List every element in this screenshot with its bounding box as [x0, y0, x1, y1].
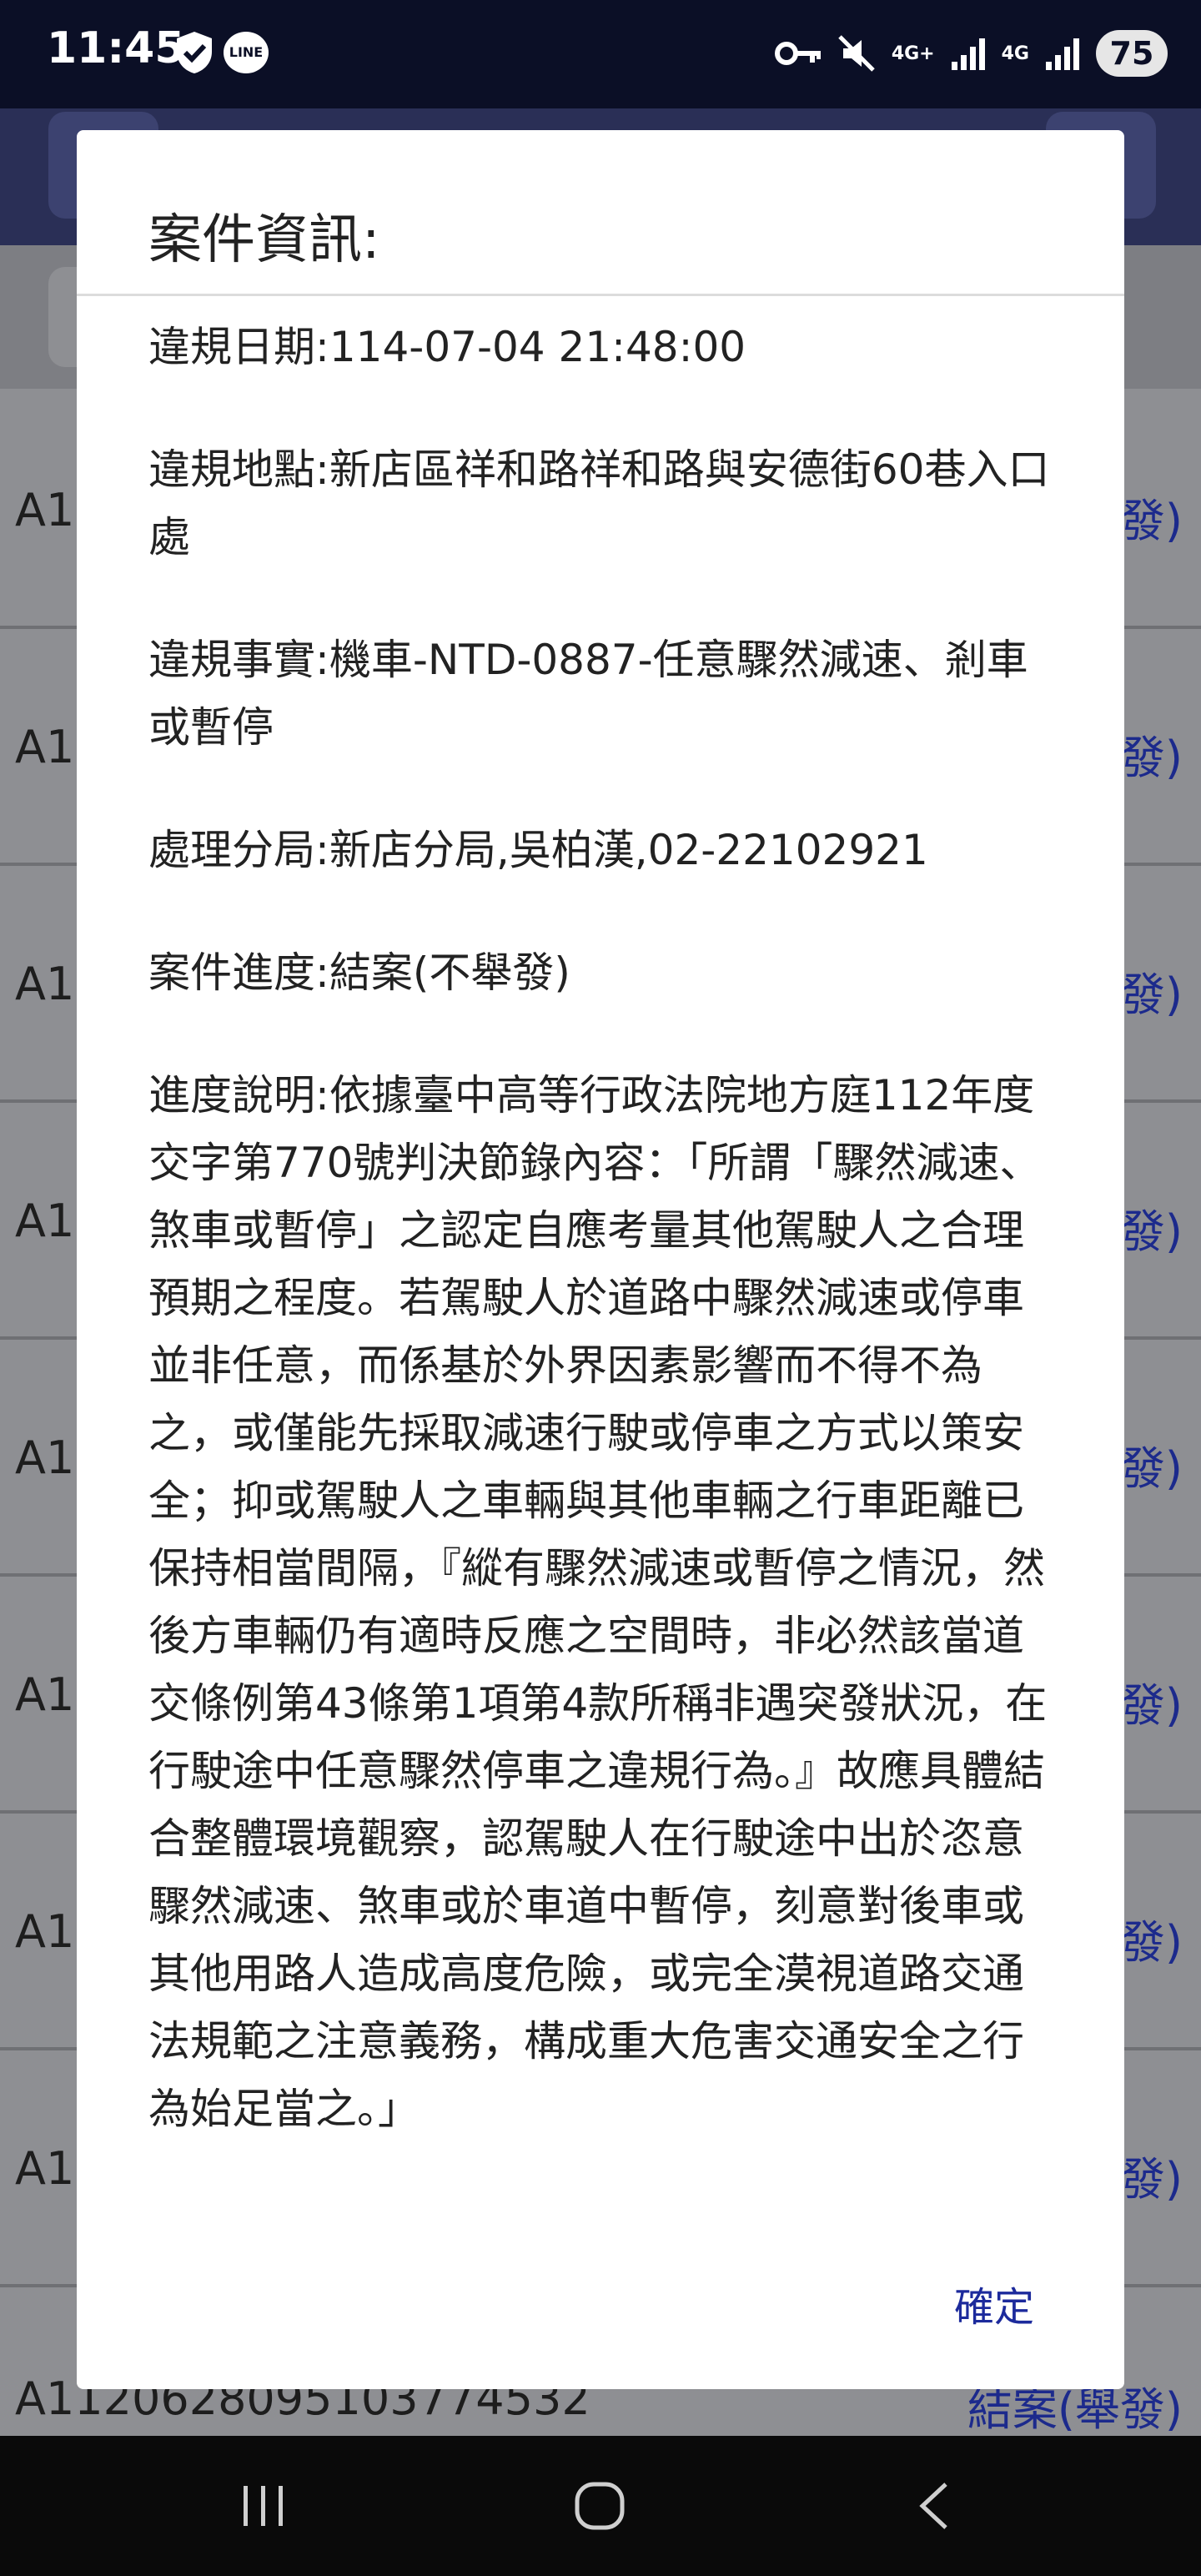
handling-branch: 處理分局:新店分局,吳柏漢,02-22102921: [148, 826, 928, 874]
shield-check-icon: [177, 32, 212, 73]
signal-icon-2: [1046, 38, 1079, 70]
system-nav-bar: [0, 2436, 1201, 2576]
case-info-dialog: 案件資訊: 違規日期:114-07-04 21:48:00 違規地點:新店區祥和…: [77, 130, 1124, 2389]
home-icon[interactable]: [572, 2479, 627, 2533]
dialog-title: 案件資訊:: [148, 209, 380, 271]
case-status: 發): [1119, 2153, 1183, 2206]
confirm-button[interactable]: 確定: [954, 2274, 1034, 2332]
violation-location: 違規地點:新店區祥和路祥和路與安德街60巷入口處: [148, 445, 1050, 561]
mute-icon: [838, 35, 875, 72]
case-status: 發): [1119, 732, 1183, 784]
network-type-label-2: 4G: [1001, 43, 1029, 64]
case-status: 發): [1119, 1916, 1183, 1969]
case-status: 發): [1119, 1679, 1183, 1732]
battery-indicator: 75: [1096, 30, 1168, 77]
status-icons: 4G+ 4G 75: [774, 30, 1168, 77]
dialog-divider: [77, 294, 1124, 296]
network-type-label: 4G+: [891, 43, 935, 64]
vpn-key-icon: [774, 42, 821, 65]
case-progress: 案件進度:結案(不舉發): [148, 948, 570, 997]
status-bar: 11:45 LINE 4G+ 4G 75: [0, 0, 1201, 108]
signal-icon: [951, 38, 985, 70]
case-status: 發): [1119, 969, 1183, 1021]
dialog-content: 違規日期:114-07-04 21:48:00 違規地點:新店區祥和路祥和路與安…: [148, 314, 1058, 2198]
progress-description: 進度說明:依據臺中高等行政法院地方庭112年度交字第770號判決節錄內容：「所謂…: [148, 1071, 1048, 2133]
status-time: 11:45: [47, 23, 185, 73]
recent-apps-icon[interactable]: [239, 2479, 289, 2533]
violation-fact: 違規事實:機車-NTD-0887-任意驟然減速、剎車或暫停: [148, 636, 1028, 752]
violation-date: 違規日期:114-07-04 21:48:00: [148, 323, 746, 371]
case-status: 發): [1119, 1205, 1183, 1258]
case-status: 發): [1119, 1442, 1183, 1495]
back-icon[interactable]: [916, 2479, 952, 2533]
case-status: 發): [1119, 495, 1183, 547]
line-app-icon: LINE: [224, 32, 269, 73]
